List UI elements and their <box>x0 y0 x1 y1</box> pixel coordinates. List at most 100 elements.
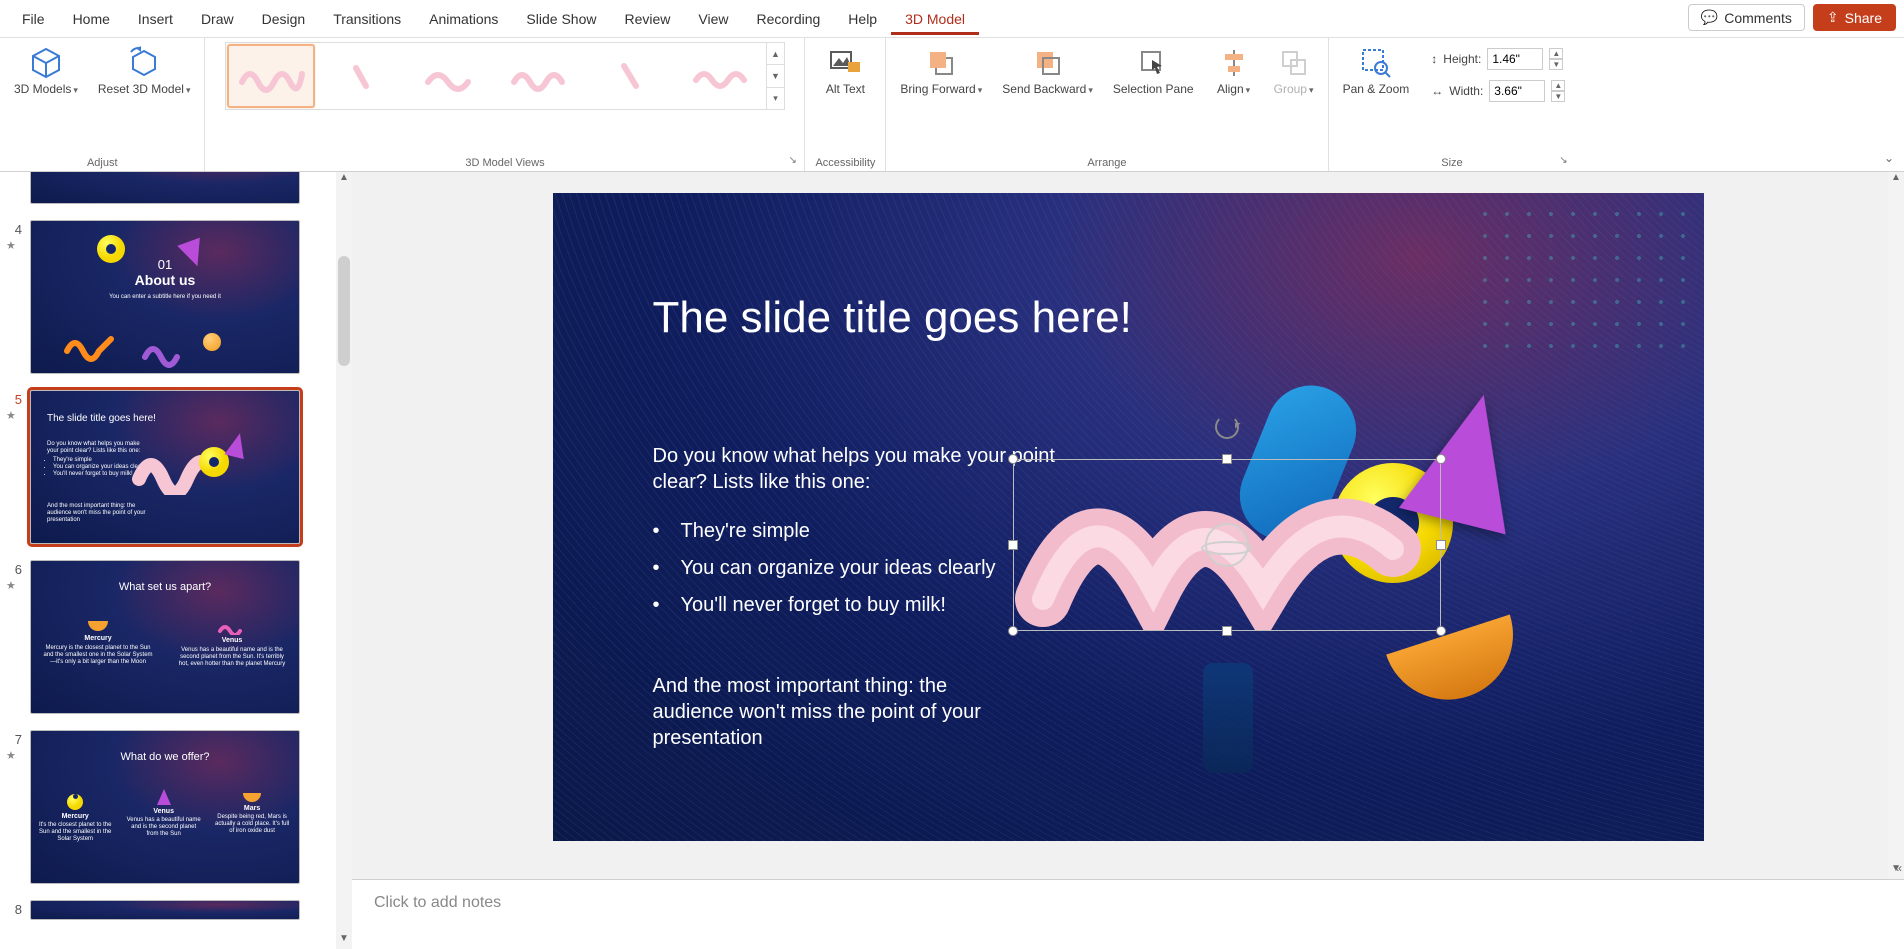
slide-thumb-8[interactable] <box>30 900 300 920</box>
selected-3d-model[interactable] <box>1013 459 1441 631</box>
width-input[interactable] <box>1489 80 1545 102</box>
resize-handle-se[interactable] <box>1436 626 1446 636</box>
height-spinner: ▲▼ <box>1549 48 1563 70</box>
resize-handle-s[interactable] <box>1222 626 1232 636</box>
height-down[interactable]: ▼ <box>1549 59 1563 70</box>
editor-scrollbar[interactable]: ▲ ▼ <box>1888 172 1904 879</box>
width-up[interactable]: ▲ <box>1551 80 1565 91</box>
selection-pane-button[interactable]: Selection Pane <box>1109 42 1198 100</box>
thumb-scrollbar[interactable]: ▲ ▼ <box>336 172 352 949</box>
reset-3d-model-button[interactable]: Reset 3D Model▾ <box>94 42 195 100</box>
views-launcher[interactable]: ↘ <box>788 155 800 167</box>
resize-handle-n[interactable] <box>1222 454 1232 464</box>
view-thumb-5[interactable] <box>586 43 676 109</box>
width-down[interactable]: ▼ <box>1551 91 1565 102</box>
view-thumb-1[interactable] <box>226 43 316 109</box>
thumb-scroll-down[interactable]: ▼ <box>336 933 352 949</box>
slide-title[interactable]: The slide title goes here! <box>653 293 1132 344</box>
share-label: Share <box>1845 10 1882 26</box>
3d-orbit-handle[interactable] <box>1205 523 1249 567</box>
thumb-6-number: 6 <box>6 560 22 577</box>
rotate-handle[interactable] <box>1215 415 1239 439</box>
height-input[interactable] <box>1487 48 1543 70</box>
tab-recording[interactable]: Recording <box>742 3 834 35</box>
send-backward-button[interactable]: Send Backward▾ <box>998 42 1097 100</box>
thumb6-c2: Venus <box>222 637 243 644</box>
tab-design[interactable]: Design <box>248 3 320 35</box>
thumb-5-row: 5★ The slide title goes here! Do you kno… <box>0 386 336 556</box>
3d-models-label: 3D Models <box>14 82 71 96</box>
tab-slideshow[interactable]: Slide Show <box>512 3 610 35</box>
tab-file[interactable]: File <box>8 3 59 35</box>
resize-handle-e[interactable] <box>1436 540 1446 550</box>
reset-3d-label: Reset 3D Model <box>98 82 184 96</box>
slide-area[interactable]: The slide title goes here! Do you know w… <box>352 172 1904 879</box>
group-size: Pan & Zoom ↕ Height: ▲▼ ↔ Width: ▲▼ Size… <box>1329 38 1576 171</box>
slide-thumb-5[interactable]: The slide title goes here! Do you know w… <box>30 390 300 544</box>
slide-outro[interactable]: And the most important thing: the audien… <box>653 673 1033 751</box>
align-label: Align <box>1217 82 1244 96</box>
height-label: Height: <box>1443 52 1481 66</box>
thumbnail-panel: Our clientsYou can describe the topic of… <box>0 172 352 949</box>
alt-text-button[interactable]: Alt Text <box>821 42 869 100</box>
collapse-pane-button[interactable]: « <box>1895 861 1902 875</box>
size-inputs: ↕ Height: ▲▼ ↔ Width: ▲▼ <box>1431 42 1565 102</box>
view-thumb-3[interactable] <box>406 43 496 109</box>
gallery-up[interactable]: ▲ <box>767 43 784 65</box>
align-button[interactable]: Align▾ <box>1210 42 1258 100</box>
slide-thumb-6[interactable]: What set us apart? Mercury Mercury is th… <box>30 560 300 714</box>
slide-thumb-3[interactable]: Our clientsYou can describe the topic of… <box>30 172 300 204</box>
resize-handle-w[interactable] <box>1008 540 1018 550</box>
tab-review[interactable]: Review <box>610 3 684 35</box>
view-thumb-6[interactable] <box>676 43 766 109</box>
view-thumb-2[interactable] <box>316 43 406 109</box>
tab-3d-model[interactable]: 3D Model <box>891 3 979 35</box>
dark-cylinder-shape <box>1203 663 1253 773</box>
share-button[interactable]: ⇪ Share <box>1813 4 1896 31</box>
group-3d-views: ▲ ▼ ▾ 3D Model Views ↘ <box>205 38 805 171</box>
thumb5-title: The slide title goes here! <box>47 413 156 425</box>
tab-insert[interactable]: Insert <box>124 3 187 35</box>
slide-thumb-4[interactable]: 01 About us You can enter a subtitle her… <box>30 220 300 374</box>
thumb-4-row: 4★ 01 About us You can enter a subtitle … <box>0 216 336 386</box>
tab-animations[interactable]: Animations <box>415 3 512 35</box>
resize-handle-ne[interactable] <box>1436 454 1446 464</box>
chevron-down-icon: ▾ <box>1246 85 1251 95</box>
slide-bullets[interactable]: They're simple You can organize your ide… <box>653 513 996 624</box>
resize-handle-nw[interactable] <box>1008 454 1018 464</box>
comments-label: Comments <box>1724 10 1792 26</box>
slide-b3: You'll never forget to buy milk! <box>653 587 996 624</box>
animation-star-icon: ★ <box>6 749 22 762</box>
reset-cube-icon <box>127 46 161 80</box>
tab-view[interactable]: View <box>684 3 742 35</box>
thumb-scroll-up[interactable]: ▲ <box>336 172 352 188</box>
tab-draw[interactable]: Draw <box>187 3 248 35</box>
tab-transitions[interactable]: Transitions <box>319 3 415 35</box>
thumb7-c3: Mars <box>244 805 260 812</box>
tab-home[interactable]: Home <box>59 3 124 35</box>
slide-canvas[interactable]: The slide title goes here! Do you know w… <box>553 193 1704 841</box>
gallery-more[interactable]: ▾ <box>767 88 784 109</box>
height-up[interactable]: ▲ <box>1549 48 1563 59</box>
align-icon <box>1217 46 1251 80</box>
tab-help[interactable]: Help <box>834 3 891 35</box>
thumb-scroll-handle[interactable] <box>338 256 350 366</box>
editor-scroll-up[interactable]: ▲ <box>1888 172 1904 188</box>
comments-button[interactable]: 💬 Comments <box>1688 4 1805 31</box>
notes-pane[interactable]: Click to add notes <box>352 879 1904 949</box>
animation-star-icon: ★ <box>6 239 22 252</box>
view-thumb-4[interactable] <box>496 43 586 109</box>
thumb6-title: What set us apart? <box>31 581 299 593</box>
resize-handle-sw[interactable] <box>1008 626 1018 636</box>
bring-forward-button[interactable]: Bring Forward▾ <box>896 42 986 100</box>
ribbon-collapse[interactable]: ⌄ <box>1884 151 1894 165</box>
slide-thumb-7[interactable]: What do we offer? MercuryIt's the closes… <box>30 730 300 884</box>
pan-zoom-button[interactable]: Pan & Zoom <box>1339 42 1414 100</box>
3d-models-button[interactable]: 3D Models▾ <box>10 42 82 100</box>
group-adjust: 3D Models▾ Reset 3D Model▾ Adjust <box>0 38 205 171</box>
size-launcher[interactable]: ↘ <box>1559 155 1571 167</box>
chevron-down-icon: ▾ <box>73 85 78 95</box>
group-label-size: Size <box>1339 155 1566 169</box>
gallery-down[interactable]: ▼ <box>767 65 784 87</box>
slide-intro[interactable]: Do you know what helps you make your poi… <box>653 443 1073 495</box>
